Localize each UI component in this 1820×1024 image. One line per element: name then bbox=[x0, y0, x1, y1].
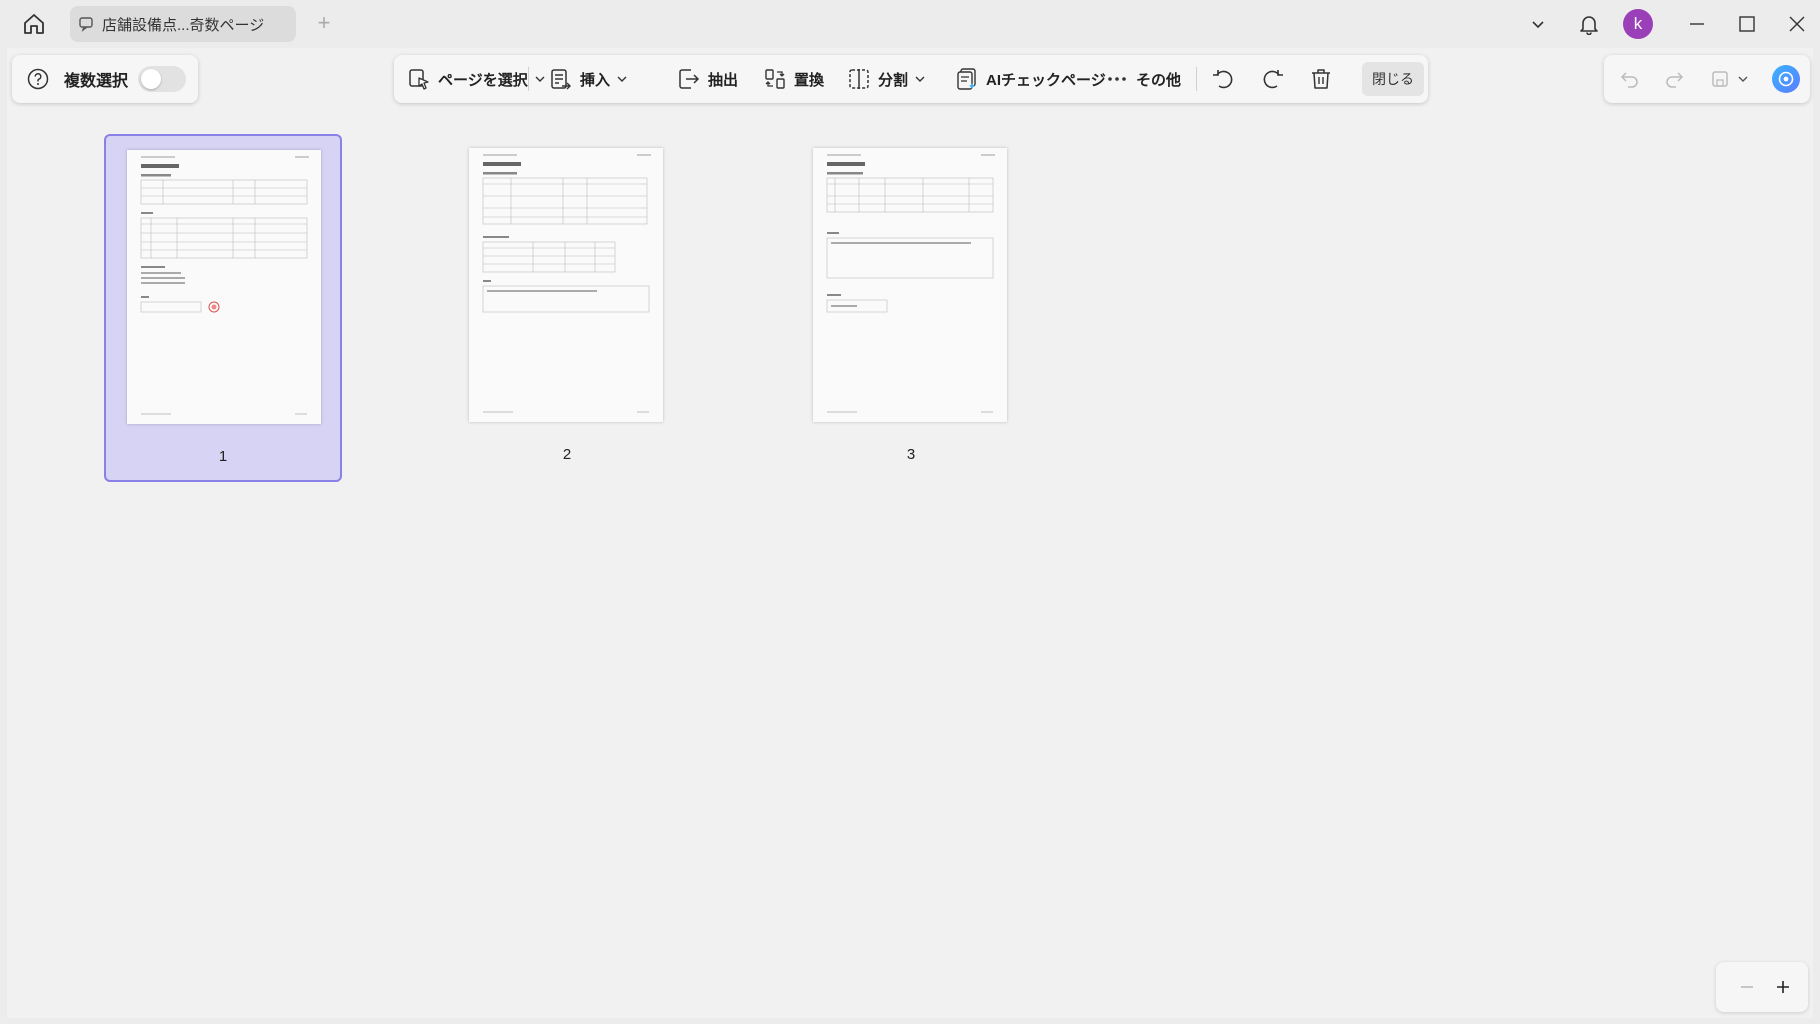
chevron-down-icon[interactable] bbox=[1736, 67, 1750, 91]
multi-select-label: 複数選択 bbox=[64, 73, 129, 90]
rotate-left-button[interactable] bbox=[1210, 55, 1242, 103]
toolbar-divider bbox=[528, 67, 529, 91]
page-thumbnail-image bbox=[813, 148, 1007, 422]
rotate-right-button[interactable] bbox=[1260, 55, 1292, 103]
replace-icon bbox=[762, 66, 788, 92]
trash-icon bbox=[1308, 66, 1334, 92]
document-tab-title: 店舗設備点...奇数ページ bbox=[102, 16, 265, 34]
select-pages-label: ページを選択 bbox=[438, 71, 528, 89]
rotate-right-icon bbox=[1260, 66, 1286, 92]
ai-check-button[interactable]: AIチェックページ bbox=[954, 55, 1106, 103]
document-tab[interactable]: 店舗設備点...奇数ページ bbox=[70, 6, 296, 42]
maximize-icon[interactable] bbox=[1733, 10, 1761, 38]
title-bar: 店舗設備点...奇数ページ + k bbox=[0, 0, 1820, 48]
split-label: 分割 bbox=[878, 71, 909, 89]
replace-button[interactable]: 置換 bbox=[762, 55, 824, 103]
zoom-in-icon[interactable] bbox=[1770, 974, 1796, 1000]
split-button[interactable]: 分割 bbox=[846, 55, 926, 103]
page-thumbnail-image bbox=[469, 148, 663, 422]
chevron-down-icon bbox=[616, 73, 628, 85]
select-pages-icon bbox=[406, 66, 432, 92]
select-pages-button[interactable]: ページを選択 bbox=[406, 55, 546, 103]
close-button[interactable]: 閉じる bbox=[1362, 62, 1424, 96]
page-number: 2 bbox=[562, 446, 572, 463]
extract-button[interactable]: 抽出 bbox=[676, 55, 738, 103]
save-icon[interactable] bbox=[1708, 67, 1732, 91]
doc-tab-icon bbox=[78, 15, 96, 33]
multi-select-panel: 複数選択 bbox=[12, 55, 198, 103]
zoom-out-icon[interactable] bbox=[1734, 974, 1760, 1000]
delete-button[interactable] bbox=[1308, 55, 1340, 103]
more-label: その他 bbox=[1136, 71, 1182, 89]
rotate-left-icon bbox=[1210, 66, 1236, 92]
page-toolbar: ページを選択 挿入 抽出 置換 分割 AIチェックページ その他 閉じる bbox=[394, 55, 1428, 103]
minimize-icon[interactable] bbox=[1683, 10, 1711, 38]
extract-label: 抽出 bbox=[708, 71, 739, 89]
page-thumbnail-image bbox=[127, 150, 321, 424]
close-icon[interactable] bbox=[1783, 10, 1811, 38]
page-thumbnail-card[interactable]: 3 bbox=[792, 134, 1030, 482]
page-number: 1 bbox=[218, 448, 228, 465]
plus-icon[interactable]: + bbox=[312, 12, 336, 36]
replace-label: 置換 bbox=[794, 71, 825, 89]
insert-icon bbox=[548, 66, 574, 92]
insert-button[interactable]: 挿入 bbox=[548, 55, 628, 103]
undo-icon[interactable] bbox=[1618, 67, 1642, 91]
more-dots-icon bbox=[1104, 66, 1130, 92]
redo-icon[interactable] bbox=[1662, 67, 1686, 91]
home-icon[interactable] bbox=[20, 10, 48, 38]
page-number: 3 bbox=[906, 446, 916, 463]
ai-assistant-icon[interactable] bbox=[1772, 65, 1800, 93]
page-thumbnail-card[interactable]: 1 bbox=[104, 134, 342, 482]
insert-label: 挿入 bbox=[580, 71, 611, 89]
history-panel bbox=[1604, 55, 1810, 103]
split-icon bbox=[846, 66, 872, 92]
ai-check-icon bbox=[954, 66, 980, 92]
chevron-down-icon[interactable] bbox=[1524, 10, 1552, 38]
bell-icon[interactable] bbox=[1575, 10, 1603, 38]
toggle-knob bbox=[141, 69, 162, 89]
more-button[interactable]: その他 bbox=[1104, 55, 1181, 103]
page-thumbnail-card[interactable]: 2 bbox=[448, 134, 686, 482]
chevron-down-icon bbox=[534, 73, 546, 85]
avatar[interactable]: k bbox=[1623, 9, 1653, 39]
chevron-down-icon bbox=[914, 73, 926, 85]
zoom-controls bbox=[1716, 962, 1808, 1012]
help-icon[interactable] bbox=[26, 67, 50, 91]
extract-icon bbox=[676, 66, 702, 92]
multi-select-toggle[interactable] bbox=[138, 66, 187, 92]
toolbar-divider bbox=[1196, 67, 1197, 91]
ai-check-label: AIチェックページ bbox=[986, 71, 1106, 89]
